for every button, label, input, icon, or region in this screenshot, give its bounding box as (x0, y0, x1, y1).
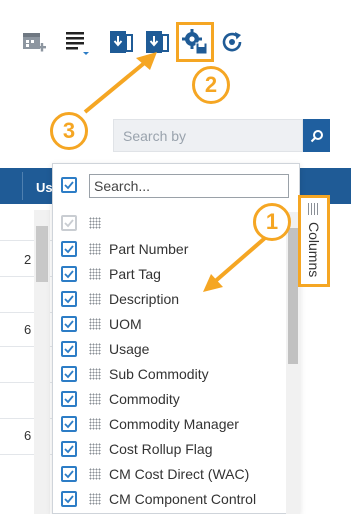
callout-badge-1: 1 (253, 203, 291, 241)
callout-badge-2: 2 (192, 66, 230, 104)
callout-arrows (83, 52, 267, 292)
callout-badge-3: 3 (50, 112, 88, 150)
